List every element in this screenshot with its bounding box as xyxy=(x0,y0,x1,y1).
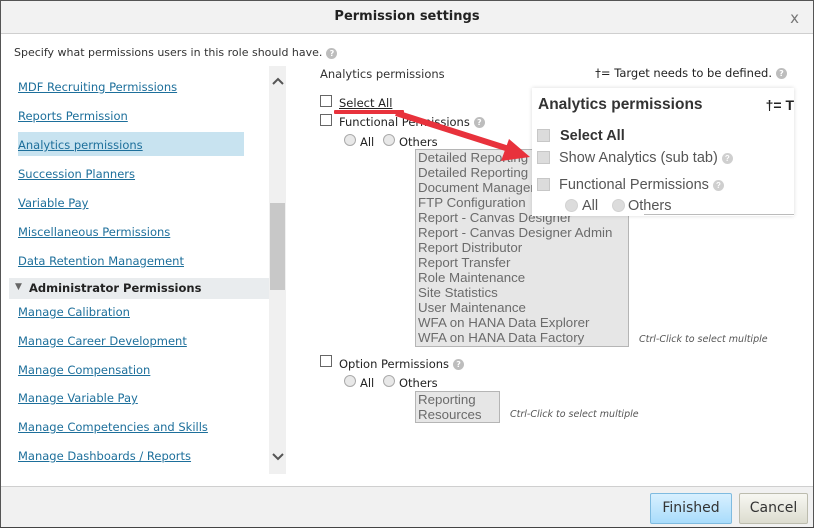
functional-hint: Ctrl-Click to select multiple xyxy=(639,334,768,345)
callout-title: Analytics permissions xyxy=(538,96,703,113)
option-permissions-listbox[interactable]: Reporting Resources xyxy=(415,391,500,423)
callout-select-all-label: Select All xyxy=(560,128,625,144)
help-icon[interactable]: ? xyxy=(776,68,787,79)
help-icon: ? xyxy=(712,179,724,191)
option-all-radio[interactable] xyxy=(344,375,356,387)
scroll-down-icon[interactable] xyxy=(269,450,286,464)
functional-others-radio[interactable] xyxy=(383,134,395,146)
permission-category-list: MDF Recruiting Permissions Reports Permi… xyxy=(9,66,269,474)
option-permissions-label: Option Permissions? xyxy=(339,357,465,371)
sidebar-item-data-retention[interactable]: Data Retention Management xyxy=(18,254,184,268)
sidebar-scrollbar[interactable] xyxy=(269,66,286,474)
sidebar-item-manage-career-development[interactable]: Manage Career Development xyxy=(18,334,187,348)
sidebar-section-administrator[interactable]: ▼ Administrator Permissions xyxy=(9,278,269,299)
listbox-option[interactable]: Resources xyxy=(416,407,499,422)
callout-all-radio xyxy=(565,199,578,212)
callout-others-label: Others xyxy=(628,198,672,214)
listbox-option[interactable]: Report Transfer xyxy=(416,255,628,270)
scroll-up-icon[interactable] xyxy=(269,74,286,88)
callout-others-radio xyxy=(612,199,625,212)
permission-settings-dialog: Permission settings x Specify what permi… xyxy=(0,0,814,528)
sidebar-item-analytics-permissions[interactable]: Analytics permissions xyxy=(18,138,143,152)
help-icon[interactable]: ? xyxy=(326,47,338,59)
sidebar-item-manage-dashboards[interactable]: Manage Dashboards / Reports xyxy=(18,449,191,463)
functional-permissions-checkbox[interactable] xyxy=(320,114,332,126)
callout-divider xyxy=(644,214,794,215)
finished-button[interactable]: Finished xyxy=(650,493,732,524)
listbox-option[interactable]: WFA on HANA Data Explorer xyxy=(416,315,628,330)
callout-show-analytics-label: Show Analytics (sub tab)? xyxy=(559,150,733,166)
cancel-button[interactable]: Cancel xyxy=(739,493,808,524)
select-all-label[interactable]: Select All xyxy=(339,96,392,110)
dialog-footer: Finished Cancel xyxy=(1,486,813,527)
option-hint: Ctrl-Click to select multiple xyxy=(510,409,639,420)
listbox-option[interactable]: Site Statistics xyxy=(416,285,628,300)
sidebar-item-manage-variable-pay[interactable]: Manage Variable Pay xyxy=(18,391,138,405)
listbox-option[interactable]: User Maintenance xyxy=(416,300,628,315)
option-permissions-checkbox[interactable] xyxy=(320,355,332,367)
callout-select-all-checkbox xyxy=(537,129,550,142)
zoomed-callout: Analytics permissions †= T Select All Sh… xyxy=(532,88,794,216)
functional-permissions-text: Functional Permissions xyxy=(339,115,470,129)
scrollbar-thumb[interactable] xyxy=(270,203,285,290)
callout-all-label: All xyxy=(582,198,599,214)
sidebar-item-mdf-recruiting[interactable]: MDF Recruiting Permissions xyxy=(18,80,177,94)
listbox-option[interactable]: Reporting xyxy=(416,392,499,407)
sidebar-item-miscellaneous[interactable]: Miscellaneous Permissions xyxy=(18,225,170,239)
listbox-option[interactable]: WFA on HANA Data Factory xyxy=(416,330,628,345)
option-permissions-text: Option Permissions xyxy=(339,357,450,371)
callout-functional-text: Functional Permissions xyxy=(559,177,709,193)
callout-show-analytics-checkbox xyxy=(537,151,550,164)
intro-text: Specify what permissions users in this r… xyxy=(14,46,338,59)
option-all-label: All xyxy=(360,376,375,390)
dialog-titlebar: Permission settings x xyxy=(1,1,813,34)
close-icon[interactable]: x xyxy=(790,9,799,27)
callout-target-note: †= T xyxy=(765,97,794,113)
option-others-label: Others xyxy=(399,376,438,390)
sidebar-item-manage-compensation[interactable]: Manage Compensation xyxy=(18,363,150,377)
help-icon: ? xyxy=(721,152,733,164)
help-icon[interactable]: ? xyxy=(473,117,485,128)
sidebar-item-variable-pay[interactable]: Variable Pay xyxy=(18,196,89,210)
callout-functional-label: Functional Permissions? xyxy=(559,177,724,193)
listbox-option[interactable]: Report Distributor xyxy=(416,240,628,255)
callout-show-analytics-text: Show Analytics (sub tab) xyxy=(559,150,718,166)
functional-all-label: All xyxy=(360,135,375,149)
section-title: Analytics permissions xyxy=(320,67,445,81)
sidebar-item-manage-competencies[interactable]: Manage Competencies and Skills xyxy=(18,420,208,434)
collapse-triangle-icon[interactable]: ▼ xyxy=(15,282,22,292)
listbox-option[interactable]: Role Maintenance xyxy=(416,270,628,285)
target-note-label: †= Target needs to be defined. xyxy=(595,66,772,80)
option-others-radio[interactable] xyxy=(383,375,395,387)
section-label: Administrator Permissions xyxy=(29,281,202,295)
listbox-option[interactable]: Report - Canvas Designer Admin xyxy=(416,225,628,240)
intro-label: Specify what permissions users in this r… xyxy=(14,46,323,59)
functional-all-radio[interactable] xyxy=(344,134,356,146)
help-icon[interactable]: ? xyxy=(453,359,465,370)
callout-functional-checkbox xyxy=(537,178,550,191)
functional-others-label: Others xyxy=(399,135,438,149)
sidebar-item-manage-calibration[interactable]: Manage Calibration xyxy=(18,305,130,319)
sidebar-item-reports-permission[interactable]: Reports Permission xyxy=(18,109,128,123)
target-note: †= Target needs to be defined.? xyxy=(595,66,787,80)
select-all-checkbox[interactable] xyxy=(320,95,332,107)
functional-permissions-label: Functional Permissions? xyxy=(339,115,485,129)
sidebar-item-succession-planners[interactable]: Succession Planners xyxy=(18,167,135,181)
dialog-title: Permission settings xyxy=(334,9,480,24)
